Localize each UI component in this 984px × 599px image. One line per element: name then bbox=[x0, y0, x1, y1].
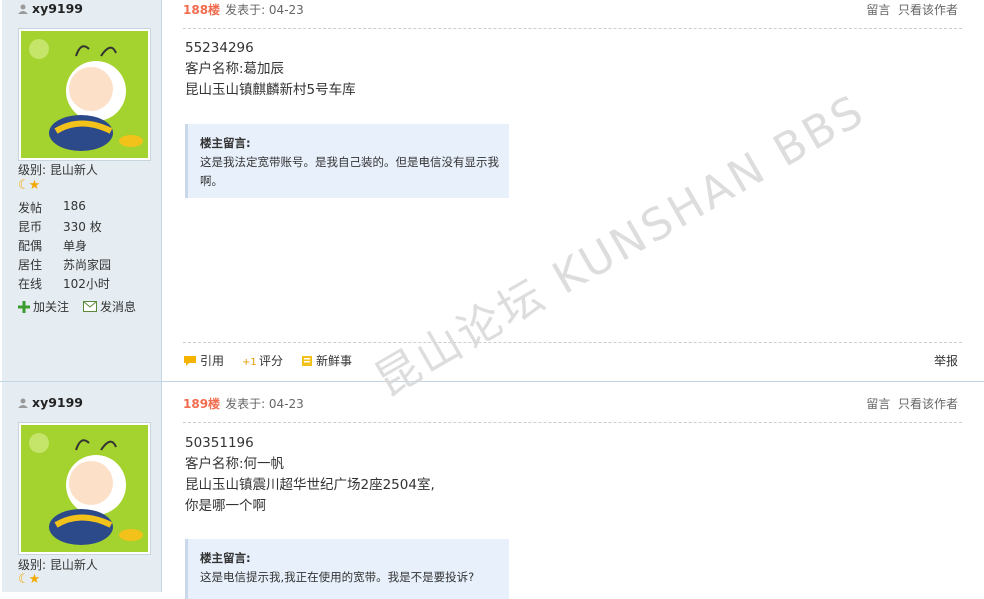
news-icon bbox=[302, 355, 313, 366]
stat-label: 配偶 bbox=[18, 239, 43, 253]
speech-bubble-icon bbox=[184, 355, 196, 366]
post-line: 客户名称:何一帆 bbox=[185, 456, 285, 472]
author-sidebar: xy9199 级别: 昆山新人 ☾★ 发帖 186 昆币 330 枚 配偶 单身… bbox=[2, 0, 162, 381]
stat-row-residence: 居住 苏尚家园 bbox=[18, 256, 158, 275]
avatar[interactable] bbox=[18, 422, 151, 555]
post-header: 188楼 发表于: 04-23 留言 只看该作者 bbox=[183, 1, 958, 18]
only-author-link[interactable]: 只看该作者 bbox=[898, 397, 958, 411]
floor-number: 189楼 bbox=[183, 397, 221, 411]
post-line: 客户名称:葛加辰 bbox=[185, 61, 285, 77]
username[interactable]: xy9199 bbox=[18, 395, 83, 410]
fresh-label: 新鲜事 bbox=[316, 354, 353, 368]
divider bbox=[183, 342, 962, 343]
plus-one-icon: +1 bbox=[242, 357, 256, 367]
owner-note: 楼主留言: 这是我法定宽带账号。是我自己装的。但是电信没有显示我啊。 bbox=[185, 124, 509, 198]
post-date: 发表于: 04-23 bbox=[225, 397, 304, 411]
owner-note: 楼主留言: 这是电信提示我,我正在使用的宽带。我是不是要投诉? bbox=[185, 539, 509, 599]
owner-note-title: 楼主留言: bbox=[200, 551, 251, 565]
envelope-icon bbox=[83, 301, 98, 312]
stat-row-coins: 昆币 330 枚 bbox=[18, 218, 158, 237]
svg-text:+1: +1 bbox=[242, 357, 256, 367]
reply-link[interactable]: 留言 bbox=[866, 397, 890, 411]
floor-number: 188楼 bbox=[183, 3, 221, 17]
author-sidebar: xy9199 级别: 昆山新人 ☾★ bbox=[2, 382, 162, 592]
username-label: xy9199 bbox=[32, 1, 84, 16]
post-body: 50351196 客户名称:何一帆 昆山玉山镇震川超华世纪广场2座2504室, … bbox=[185, 433, 435, 517]
only-author-link[interactable]: 只看该作者 bbox=[898, 3, 958, 17]
stat-label: 昆币 bbox=[18, 220, 43, 234]
owner-note-text: 这是我法定宽带账号。是我自己装的。但是电信没有显示我啊。 bbox=[200, 155, 499, 188]
post-line: 你是哪一个啊 bbox=[185, 498, 266, 514]
post-body: 55234296 客户名称:葛加辰 昆山玉山镇麒麟新村5号车库 bbox=[185, 38, 356, 101]
rank-stars: ☾★ bbox=[18, 178, 40, 193]
post-content: 188楼 发表于: 04-23 留言 只看该作者 55234296 客户名称:葛加… bbox=[163, 0, 984, 381]
stat-row-spouse: 配偶 单身 bbox=[18, 237, 158, 256]
follow-button[interactable]: 加关注 bbox=[18, 298, 69, 315]
stat-row-posts: 发帖 186 bbox=[18, 199, 158, 218]
post-date: 发表于: 04-23 bbox=[225, 3, 304, 17]
fresh-button[interactable]: 新鲜事 bbox=[301, 352, 352, 369]
rate-label: 评分 bbox=[259, 354, 284, 368]
stat-label: 发帖 bbox=[18, 201, 43, 215]
user-rank: 级别: 昆山新人 bbox=[18, 558, 98, 572]
user-stats: 发帖 186 昆币 330 枚 配偶 单身 居住 苏尚家园 在线 102小时 bbox=[18, 199, 158, 294]
owner-note-text: 这是电信提示我,我正在使用的宽带。我是不是要投诉? bbox=[200, 570, 475, 584]
post-line: 55234296 bbox=[185, 40, 254, 56]
stat-value: 186 bbox=[63, 199, 86, 213]
stat-value: 330 枚 bbox=[63, 220, 102, 234]
avatar-image bbox=[21, 31, 148, 158]
username-label: xy9199 bbox=[32, 395, 84, 410]
rate-button[interactable]: +1 评分 bbox=[242, 352, 283, 369]
post-header: 189楼 发表于: 04-23 留言 只看该作者 bbox=[183, 395, 958, 412]
user-rank: 级别: 昆山新人 bbox=[18, 163, 98, 177]
post-content: 189楼 发表于: 04-23 留言 只看该作者 50351196 客户名称:何一… bbox=[163, 382, 984, 599]
post-footer: 引用 +1 评分 新鲜事 举报 bbox=[183, 352, 958, 369]
stat-value: 单身 bbox=[63, 239, 88, 253]
user-icon bbox=[18, 4, 28, 14]
post-line: 昆山玉山镇震川超华世纪广场2座2504室, bbox=[185, 477, 435, 493]
stat-label: 在线 bbox=[18, 277, 43, 291]
avatar-image bbox=[21, 425, 148, 552]
owner-note-title: 楼主留言: bbox=[200, 136, 251, 150]
reply-link[interactable]: 留言 bbox=[866, 3, 890, 17]
quote-button[interactable]: 引用 bbox=[183, 352, 224, 369]
post-189: xy9199 级别: 昆山新人 ☾★ 189楼 发表于: 04-23 留言 只看… bbox=[0, 382, 984, 599]
avatar[interactable] bbox=[18, 28, 151, 161]
user-icon bbox=[18, 398, 28, 408]
divider bbox=[183, 422, 962, 423]
quote-label: 引用 bbox=[200, 354, 225, 368]
post-line: 昆山玉山镇麒麟新村5号车库 bbox=[185, 82, 356, 98]
stat-row-online: 在线 102小时 bbox=[18, 275, 158, 294]
stat-value: 苏尚家园 bbox=[63, 258, 112, 272]
message-label: 发消息 bbox=[100, 300, 137, 314]
message-button[interactable]: 发消息 bbox=[83, 298, 136, 315]
plus-icon bbox=[18, 300, 30, 313]
follow-label: 加关注 bbox=[33, 300, 70, 314]
stat-value: 102小时 bbox=[63, 277, 110, 291]
username[interactable]: xy9199 bbox=[18, 1, 83, 16]
stat-label: 居住 bbox=[18, 258, 43, 272]
post-line: 50351196 bbox=[185, 435, 254, 451]
divider bbox=[183, 28, 962, 29]
user-actions: 加关注 发消息 bbox=[18, 298, 136, 315]
report-link[interactable]: 举报 bbox=[934, 352, 958, 369]
